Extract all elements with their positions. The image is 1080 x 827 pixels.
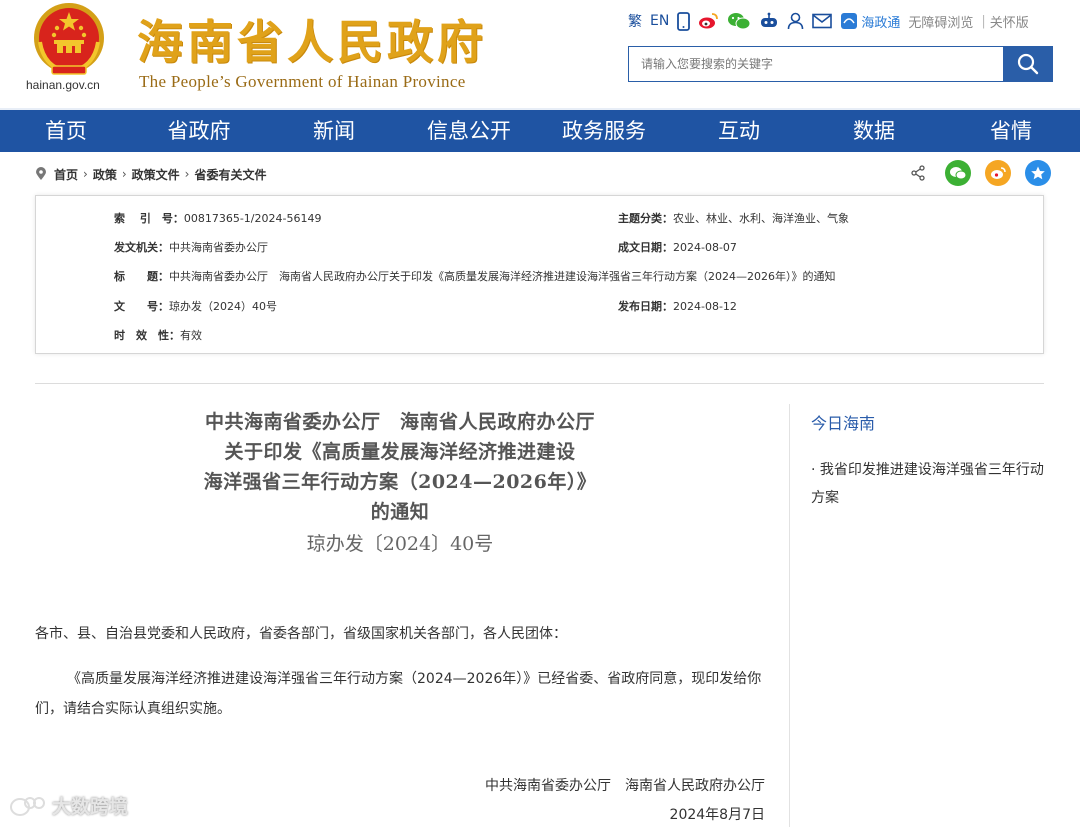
search-bar [628, 46, 1053, 82]
article-title-line-3: 海洋强省三年行动方案（2024—2026年）》 [203, 471, 597, 493]
article-date: 2024年8月7日 [669, 807, 765, 823]
robot-assistant-icon[interactable] [759, 11, 779, 31]
share-wechat-icon[interactable] [945, 160, 971, 186]
share-bar [905, 160, 1051, 186]
sidebar-divider [789, 404, 790, 827]
share-weibo-icon[interactable] [985, 160, 1011, 186]
site-header: hainan.gov.cn 海南省人民政府 The People’s Gover… [0, 0, 1080, 108]
national-emblem-icon[interactable] [30, 2, 108, 78]
sidebar-news-item[interactable]: · 我省印发推进建设海洋强省三年行动方案 [811, 456, 1051, 512]
breadcrumb-policy[interactable]: 政策 [93, 166, 117, 183]
site-domain: hainan.gov.cn [26, 78, 100, 92]
haizhengtong-link[interactable]: 海政通 [840, 11, 900, 31]
meta-issuer: 发文机关：中共海南省委办公厅 [114, 241, 268, 254]
meta-index: 索 引 号：00817365-1/2024-56149 [114, 212, 322, 225]
nav-item-province-profile[interactable]: 省情 [942, 110, 1080, 152]
watermark: 大数跨境 [8, 792, 128, 819]
toolbar-divider: | [981, 13, 986, 29]
mail-icon[interactable] [812, 11, 833, 31]
article-title-line-4: 的通知 [370, 501, 430, 523]
share-icon[interactable] [905, 160, 931, 186]
chevron-right-icon: › [121, 167, 127, 181]
search-icon [1017, 53, 1038, 75]
nav-item-info-disclosure[interactable]: 信息公开 [402, 110, 536, 152]
mobile-icon[interactable] [677, 11, 691, 31]
english-link[interactable]: EN [650, 11, 669, 31]
meta-date-made: 成文日期：2024-08-07 [618, 241, 737, 254]
nav-item-data[interactable]: 数据 [806, 110, 942, 152]
watermark-logo-icon [10, 796, 45, 816]
article-title-line-2: 关于印发《高质量发展海洋经济推进建设 [224, 441, 576, 463]
breadcrumb-policy-documents[interactable]: 政策文件 [132, 166, 180, 183]
meta-doc-number: 文 号：琼办发（2024）40号 [114, 300, 277, 313]
nav-item-news[interactable]: 新闻 [266, 110, 402, 152]
article-signature: 中共海南省委办公厅 海南省人民政府办公厅 [485, 778, 765, 794]
nav-item-government-services[interactable]: 政务服务 [536, 110, 672, 152]
nav-item-province-government[interactable]: 省政府 [132, 110, 266, 152]
breadcrumb: 首页 › 政策 › 政策文件 › 省委有关文件 [35, 165, 267, 183]
weibo-icon[interactable] [698, 11, 719, 31]
meta-publish-date: 发布日期：2024-08-12 [618, 300, 737, 313]
site-subtitle: The People’s Government of Hainan Provin… [139, 72, 466, 91]
meta-validity: 时 效 性：有效 [114, 329, 202, 342]
main-nav: 首页 省政府 新闻 信息公开 政务服务 互动 数据 省情 [0, 108, 1080, 152]
breadcrumb-provincial-committee-documents[interactable]: 省委有关文件 [194, 166, 266, 183]
search-input[interactable] [629, 47, 1003, 81]
haizhengtong-icon [841, 13, 858, 29]
site-title[interactable]: 海南省人民政府 [137, 6, 487, 72]
accessibility-link[interactable]: 无障碍浏览 [908, 11, 973, 31]
article-title-line-1: 中共海南省委办公厅 海南省人民政府办公厅 [204, 411, 595, 433]
share-favorite-icon[interactable] [1025, 160, 1051, 186]
nav-item-home[interactable]: 首页 [0, 110, 132, 152]
traditional-chinese-link[interactable]: 繁 [628, 11, 642, 31]
care-version-link[interactable]: 关怀版 [990, 11, 1029, 31]
chevron-right-icon: › [184, 167, 190, 181]
location-pin-icon [36, 167, 46, 180]
wechat-icon[interactable] [727, 11, 751, 31]
article-doc-number: 琼办发〔2024〕40号 [306, 533, 494, 555]
user-icon[interactable] [787, 11, 804, 31]
search-button[interactable] [1003, 47, 1052, 81]
document-metadata-box: 索 引 号：00817365-1/2024-56149 主题分类：农业、林业、水… [35, 195, 1044, 354]
meta-title: 标 题：中共海南省委办公厅 海南省人民政府办公厅关于印发《高质量发展海洋经济推进… [114, 270, 836, 283]
divider [35, 383, 1044, 384]
nav-item-interaction[interactable]: 互动 [672, 110, 806, 152]
sidebar-heading[interactable]: 今日海南 [811, 410, 875, 434]
breadcrumb-home[interactable]: 首页 [54, 166, 78, 183]
article-body: 《高质量发展海洋经济推进建设海洋强省三年行动方案（2024—2026年）》已经省… [35, 671, 762, 717]
meta-category: 主题分类：农业、林业、水利、海洋渔业、气象 [618, 212, 849, 225]
chevron-right-icon: › [83, 167, 88, 181]
haizhengtong-label: 海政通 [861, 15, 901, 31]
top-toolbar: 繁 EN 海政通 无障碍浏览 | 关怀版 [628, 10, 1029, 32]
article-salutation: 各市、县、自治县党委和人民政府，省委各部门，省级国家机关各部门，各人民团体： [35, 626, 567, 642]
watermark-text: 大数跨境 [52, 796, 129, 818]
